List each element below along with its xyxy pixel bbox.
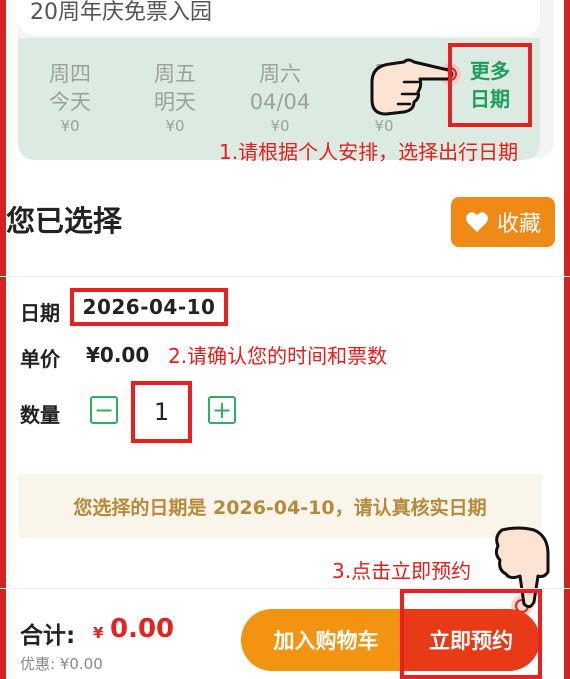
date-label: 日期 <box>20 301 60 325</box>
date-option-0[interactable]: 周四 今天 ¥0 <box>30 60 110 136</box>
favorite-label: 收藏 <box>496 212 541 237</box>
date-label: 明天 <box>154 90 196 114</box>
quantity-value[interactable]: 1 <box>131 381 192 443</box>
more-dates-line2: 日期 <box>470 87 510 111</box>
heart-icon <box>465 212 488 232</box>
date-label: 今天 <box>49 90 91 114</box>
plus-icon: + <box>211 396 233 424</box>
annotation-step3: 3.点击立即预约 <box>332 559 472 583</box>
section-divider <box>0 276 570 277</box>
date-label: 0 <box>377 90 391 114</box>
price-label: 单价 <box>20 347 60 371</box>
add-to-cart-button[interactable]: 加入购物车 <box>241 609 411 671</box>
book-now-highlight <box>400 589 542 679</box>
quantity-plus-button[interactable]: + <box>208 396 236 424</box>
add-to-cart-label: 加入购物车 <box>273 629 379 653</box>
favorite-button[interactable]: 收藏 <box>451 197 555 247</box>
date-price: ¥0 <box>60 117 80 135</box>
date-weekday: 周 <box>373 62 395 86</box>
annotation-step2: 2.请确认您的时间和票数 <box>168 344 388 368</box>
date-price: ¥0 <box>165 117 185 135</box>
date-option-3[interactable]: 周 0 ¥0 <box>344 60 424 136</box>
annotation-step1: 1.请根据个人安排，选择出行日期 <box>219 140 519 164</box>
total-label: 合计: <box>20 623 76 649</box>
total-currency: ¥ <box>93 624 104 642</box>
quantity-minus-button[interactable]: − <box>90 396 118 424</box>
quantity-label: 数量 <box>20 403 60 427</box>
page-border-left <box>0 0 6 679</box>
discount-text: 优惠: ¥0.00 <box>20 655 103 673</box>
ticket-name: 20周年庆免票入园 <box>30 0 212 25</box>
more-dates-line1: 更多 <box>470 59 510 83</box>
unit-price: ¥0.00 <box>86 343 150 367</box>
date-notice: 您选择的日期是 2026-04-10，请认真核实日期 <box>18 474 542 538</box>
date-price: ¥0 <box>270 117 290 135</box>
more-dates-button[interactable]: 更多 日期 <box>448 43 532 127</box>
date-price: ¥0 <box>374 117 394 135</box>
date-weekday: 周五 <box>154 62 196 86</box>
date-option-1[interactable]: 周五 明天 ¥0 <box>135 60 215 136</box>
total-amount: 0.00 <box>110 614 175 644</box>
minus-icon: − <box>93 396 115 424</box>
date-weekday: 周四 <box>49 62 91 86</box>
date-label: 04/04 <box>249 90 311 114</box>
date-option-2[interactable]: 周六 04/04 ¥0 <box>240 60 320 136</box>
section-title: 您已选择 <box>6 204 123 238</box>
selected-date: 2026-04-10 <box>70 288 228 326</box>
date-weekday: 周六 <box>259 62 301 86</box>
page-border-right <box>564 0 570 679</box>
